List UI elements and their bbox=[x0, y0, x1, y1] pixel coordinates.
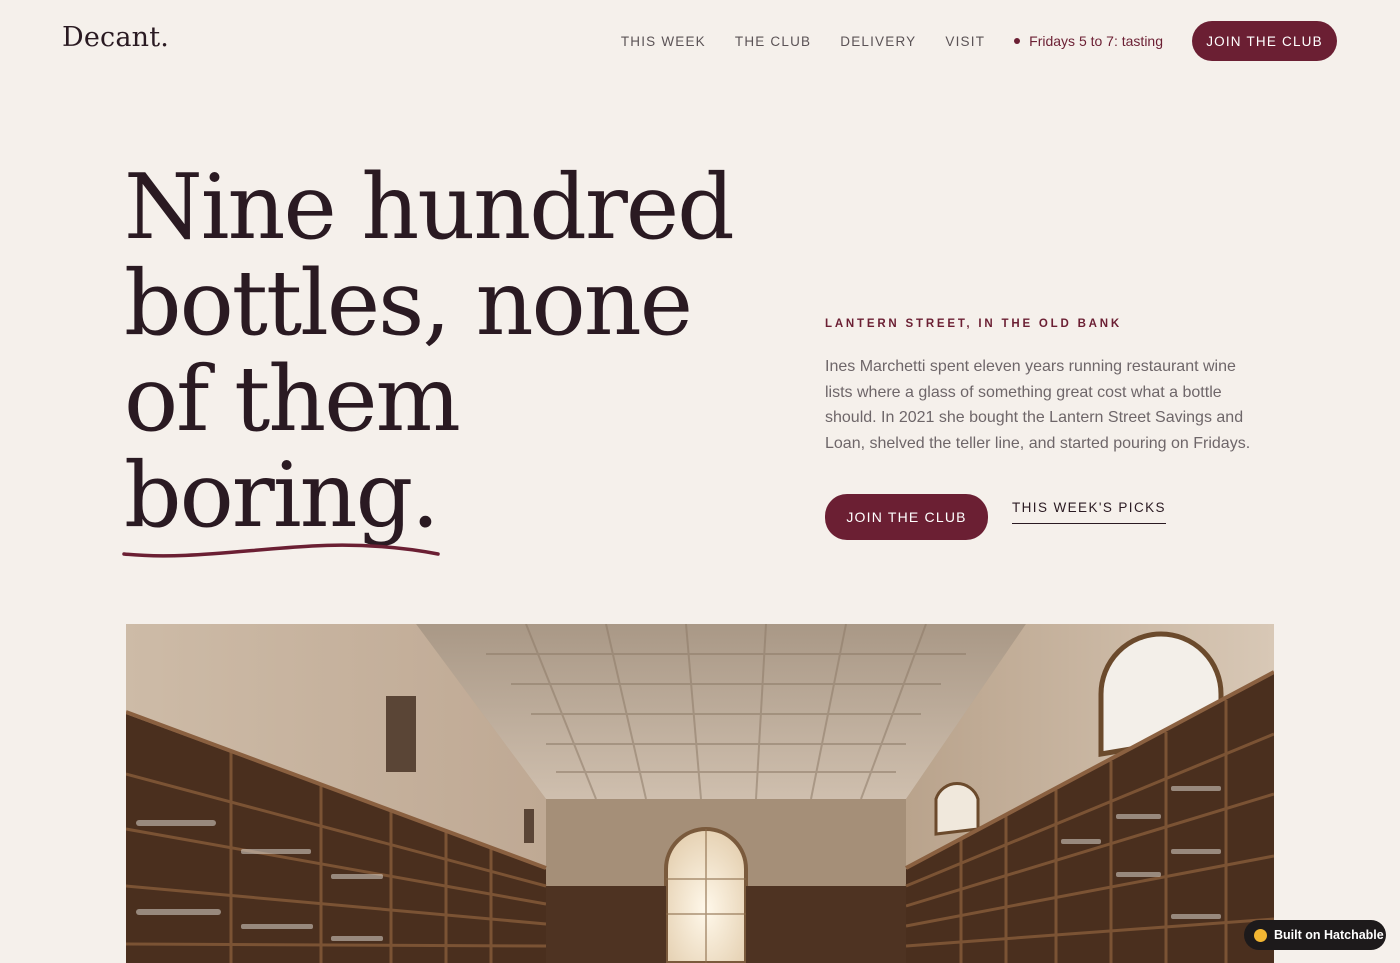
this-weeks-picks-link[interactable]: THIS WEEK'S PICKS bbox=[1012, 500, 1166, 525]
nav-link-this-week[interactable]: THIS WEEK bbox=[621, 34, 706, 49]
tasting-status-label: Fridays 5 to 7: tasting bbox=[1029, 33, 1163, 49]
built-on-hatchable-badge[interactable]: Built on Hatchable bbox=[1244, 920, 1386, 950]
wine-shop-interior-photo bbox=[126, 624, 1274, 963]
hero-intro: LANTERN STREET, IN THE OLD BANK Ines Mar… bbox=[825, 318, 1265, 541]
headline-line: boring. bbox=[124, 443, 440, 548]
tasting-status: Fridays 5 to 7: tasting bbox=[1014, 33, 1163, 49]
top-nav: Decant. THIS WEEK THE CLUB DELIVERY VISI… bbox=[0, 0, 1400, 82]
brand-logo[interactable]: Decant. bbox=[62, 22, 169, 53]
nav-link-the-club[interactable]: THE CLUB bbox=[735, 34, 811, 49]
hero-join-club-button[interactable]: JOIN THE CLUB bbox=[825, 494, 988, 541]
headline-line: bottles, none bbox=[124, 251, 693, 356]
hatchable-icon bbox=[1254, 928, 1267, 942]
nav-join-club-button[interactable]: JOIN THE CLUB bbox=[1192, 21, 1337, 61]
hero-headline: Nine hundred bottles, none of them borin… bbox=[124, 160, 804, 544]
nav-links: THIS WEEK THE CLUB DELIVERY VISIT Friday… bbox=[621, 21, 1337, 61]
status-dot-icon bbox=[1014, 38, 1021, 44]
nav-link-delivery[interactable]: DELIVERY bbox=[840, 34, 916, 49]
nav-link-visit[interactable]: VISIT bbox=[945, 34, 985, 49]
location-eyebrow: LANTERN STREET, IN THE OLD BANK bbox=[825, 318, 1122, 330]
headline-line: of them bbox=[124, 347, 461, 452]
badge-label: Built on Hatchable bbox=[1274, 928, 1384, 942]
intro-paragraph: Ines Marchetti spent eleven years runnin… bbox=[825, 358, 1251, 452]
headline-line: Nine hundred bbox=[124, 155, 735, 260]
headline-underline-swash bbox=[122, 543, 440, 558]
hero-actions: JOIN THE CLUB THIS WEEK'S PICKS bbox=[825, 494, 1265, 541]
